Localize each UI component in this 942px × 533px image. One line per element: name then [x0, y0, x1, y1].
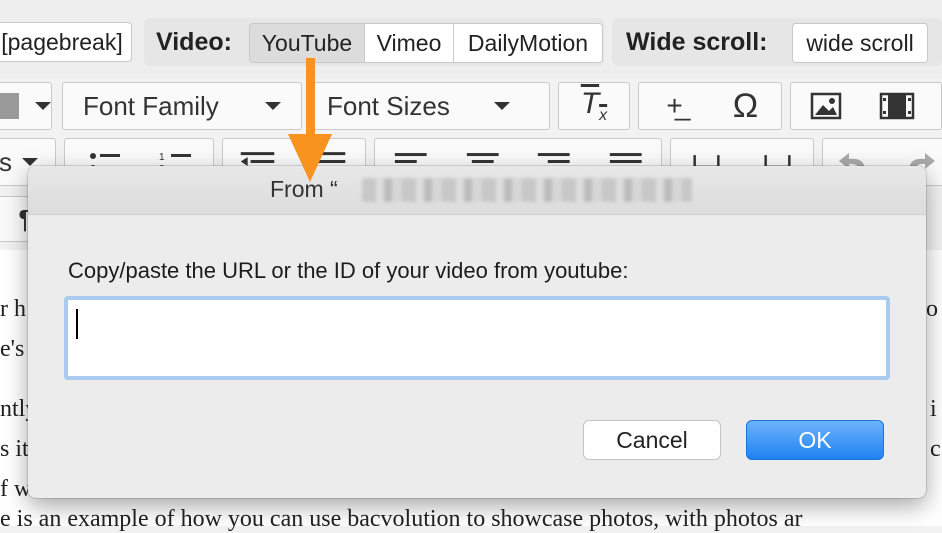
annotation-arrow-icon [288, 58, 332, 182]
text-color-icon [0, 93, 19, 119]
redacted-source [362, 178, 692, 202]
text-line-fragment: r h [0, 296, 26, 322]
dialog-titlebar[interactable]: From “ [28, 166, 926, 215]
chevron-down-icon [35, 102, 51, 110]
media-group [790, 82, 942, 130]
font-sizes-dropdown[interactable]: Font Sizes [306, 82, 550, 130]
text-line-fragment: s it [0, 436, 29, 462]
text-line-fragment: i [930, 396, 937, 422]
video-url-input[interactable] [64, 296, 890, 380]
clear-formatting-button[interactable]: Tx [558, 82, 630, 130]
font-family-dropdown[interactable]: Font Family [62, 82, 302, 130]
chevron-down-icon [493, 102, 510, 110]
clear-formatting-icon: Tx [580, 87, 608, 124]
wide-scroll-button[interactable]: wide scroll [792, 23, 928, 63]
ok-button[interactable]: OK [746, 420, 884, 460]
dialog-prompt: Copy/paste the URL or the ID of your vid… [68, 258, 629, 283]
wide-scroll-label: Wide scroll: [626, 28, 768, 56]
text-line-fragment: o [926, 296, 938, 322]
text-line-fragment: f w [0, 476, 32, 502]
insert-group: +̲ Ω [638, 82, 782, 130]
cancel-button[interactable]: Cancel [583, 420, 721, 460]
chevron-down-icon [22, 158, 38, 166]
pagebreak-button[interactable]: [pagebreak] [0, 22, 132, 62]
text-line-fragment: e is an example of how you can use bacvo… [0, 506, 803, 532]
text-color-dropdown[interactable] [0, 82, 52, 130]
toolbar-row-1: [pagebreak] Video: YouTube Vimeo DailyMo… [0, 0, 942, 78]
text-cursor [76, 309, 78, 339]
video-icon[interactable] [861, 91, 931, 121]
text-line-fragment: c [930, 436, 941, 462]
video-url-dialog: From “ Copy/paste the URL or the ID of y… [28, 166, 926, 498]
format-label: s [0, 146, 12, 177]
insert-icon[interactable]: +̲ [639, 90, 710, 122]
text-line-fragment: e's [0, 336, 25, 362]
video-label: Video: [156, 28, 232, 56]
special-character-icon[interactable]: Ω [710, 87, 781, 126]
font-family-label: Font Family [83, 90, 219, 121]
svg-text:1: 1 [159, 152, 165, 163]
dailymotion-button[interactable]: DailyMotion [453, 23, 603, 63]
chevron-down-icon [264, 102, 281, 110]
font-sizes-label: Font Sizes [327, 90, 450, 121]
image-icon[interactable] [791, 91, 861, 121]
vimeo-button[interactable]: Vimeo [364, 23, 454, 63]
